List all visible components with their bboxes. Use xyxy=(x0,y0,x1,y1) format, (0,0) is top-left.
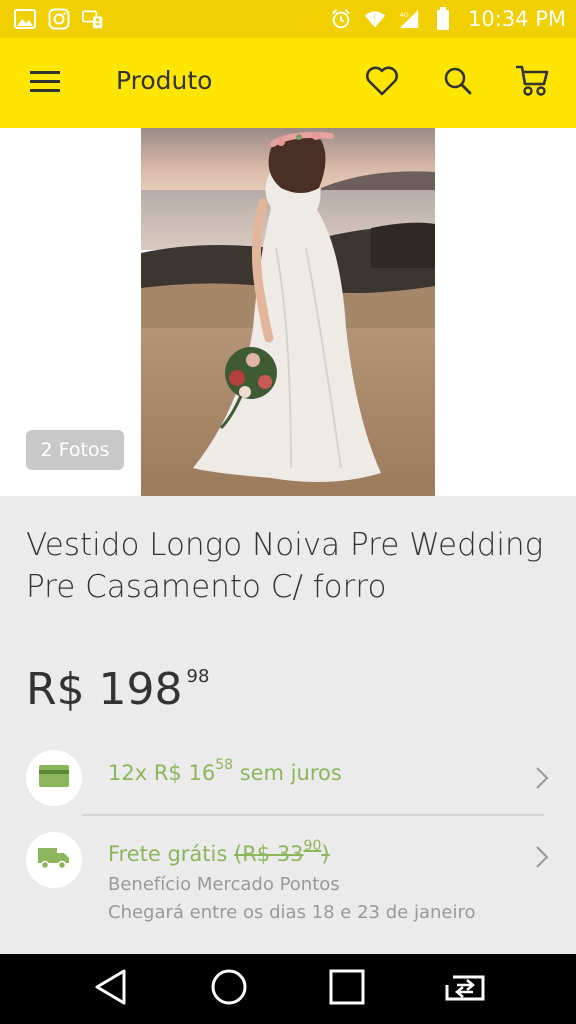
status-right: ! 4G 10:34 PM xyxy=(330,7,566,31)
instagram-icon xyxy=(48,8,70,30)
remote-icon xyxy=(82,8,104,30)
shipping-row[interactable]: Frete grátis (R$ 3390) Benefício Mercado… xyxy=(0,830,576,930)
installments-row[interactable]: 12x R$ 1658 sem juros xyxy=(0,746,576,810)
shipping-text: Frete grátis (R$ 3390) xyxy=(108,838,330,866)
back-icon xyxy=(94,969,128,1009)
signal-icon: 4G xyxy=(398,8,420,30)
switch-app-button[interactable] xyxy=(438,962,492,1016)
svg-text:!: ! xyxy=(373,14,376,22)
cart-icon xyxy=(514,64,550,102)
back-button[interactable] xyxy=(84,962,138,1016)
installments-suffix: sem juros xyxy=(233,761,342,785)
switch-app-icon xyxy=(443,971,487,1007)
old-price-cents: 90 xyxy=(303,838,322,854)
shipping-benefit: Benefício Mercado Pontos xyxy=(108,874,340,895)
cart-button[interactable] xyxy=(508,60,556,106)
installments-prefix: 12x R$ 16 xyxy=(108,761,216,785)
shipping-delivery: Chegará entre os dias 18 e 23 de janeiro xyxy=(108,902,476,923)
old-price-main: (R$ 33 xyxy=(234,842,304,866)
product-title: Vestido Longo Noiva Pre Wedding Pre Casa… xyxy=(26,527,544,605)
status-bar: ! 4G 10:34 PM xyxy=(0,0,576,38)
price-cents: 98 xyxy=(186,666,210,687)
credit-card-icon xyxy=(39,765,69,791)
product-price: R$ 198 98 xyxy=(26,664,209,716)
search-icon xyxy=(443,66,473,100)
heart-icon xyxy=(365,66,399,100)
old-price-close: ) xyxy=(321,842,330,866)
status-time: 10:34 PM xyxy=(468,7,566,31)
truck-icon xyxy=(38,846,70,874)
shipping-circle xyxy=(26,832,82,888)
app-bar: Produto xyxy=(0,38,576,128)
installments-cents: 58 xyxy=(215,757,234,773)
divider xyxy=(82,814,544,816)
status-left xyxy=(14,8,104,30)
chevron-right-icon xyxy=(532,842,552,872)
search-button[interactable] xyxy=(434,60,482,106)
installments-circle xyxy=(26,750,82,806)
page-title: Produto xyxy=(116,66,213,95)
product-gallery[interactable]: 2 Fotos xyxy=(0,128,576,496)
installments-text: 12x R$ 1658 sem juros xyxy=(108,757,342,785)
gallery-icon xyxy=(14,8,36,30)
photo-count-badge: 2 Fotos xyxy=(26,430,124,470)
home-button[interactable] xyxy=(202,962,256,1016)
alarm-icon xyxy=(330,8,352,30)
product-info: Vestido Longo Noiva Pre Wedding Pre Casa… xyxy=(0,496,576,954)
menu-icon xyxy=(30,70,60,96)
network-label: 4G xyxy=(400,11,409,19)
free-shipping-label: Frete grátis xyxy=(108,842,234,866)
shipping-old-price: (R$ 3390) xyxy=(234,838,330,866)
system-nav-bar xyxy=(0,954,576,1024)
battery-icon xyxy=(432,7,454,30)
price-main: R$ 198 xyxy=(26,664,183,715)
product-photo[interactable] xyxy=(141,128,435,496)
home-icon xyxy=(210,968,248,1010)
menu-button[interactable] xyxy=(18,62,72,104)
recents-icon xyxy=(329,969,365,1009)
chevron-right-icon xyxy=(532,763,552,793)
favorite-button[interactable] xyxy=(358,60,406,106)
recents-button[interactable] xyxy=(320,962,374,1016)
wifi-icon: ! xyxy=(364,8,386,30)
